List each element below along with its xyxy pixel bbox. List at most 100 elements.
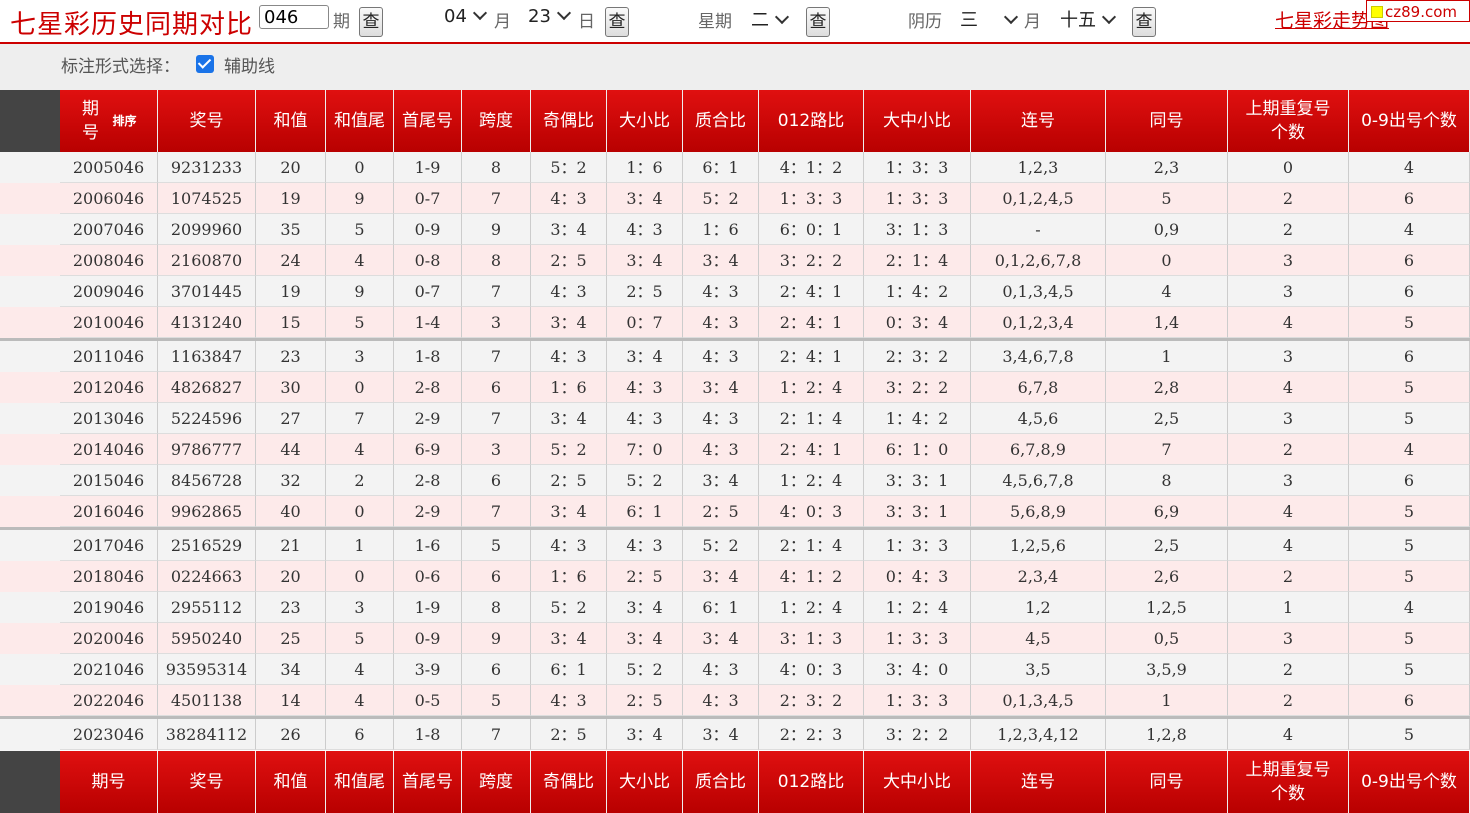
- table-cell: 7: [462, 183, 531, 214]
- table-cell: 5: [1349, 372, 1470, 403]
- table-cell: 0-8: [394, 245, 462, 276]
- table-cell: 5: [462, 530, 531, 561]
- chevron-down-icon: [1101, 9, 1117, 25]
- mark-style-label: 标注形式选择：: [61, 57, 180, 77]
- table-cell: 3：4: [683, 245, 759, 276]
- table-cell: 4：0：3: [759, 496, 864, 527]
- table-cell: 2160870: [158, 245, 256, 276]
- table-cell: 5: [326, 214, 394, 245]
- table-cell: 6：1：0: [864, 434, 971, 465]
- table-cell: 0,1,2,3,4: [971, 307, 1106, 338]
- table-cell: 5: [326, 307, 394, 338]
- table-cell: 1,2: [971, 592, 1106, 623]
- table-cell: 2: [1228, 685, 1349, 716]
- table-cell: 1163847: [158, 341, 256, 372]
- table-cell: 1：3：3: [864, 530, 971, 561]
- table-cell: 1：2：4: [759, 592, 864, 623]
- query-lunar-button[interactable]: 查: [1132, 7, 1156, 37]
- table-cell: 2010046: [60, 307, 158, 338]
- weekday-select[interactable]: 二: [751, 6, 790, 32]
- table-cell: 3: [1228, 245, 1349, 276]
- column-header[interactable]: 期号 排序: [60, 90, 158, 152]
- table-cell: 3：4: [531, 496, 607, 527]
- table-cell: 5：2: [531, 434, 607, 465]
- column-header: 奇偶比: [531, 751, 607, 813]
- table-cell: 2019046: [60, 592, 158, 623]
- column-header-label: 质合比: [695, 772, 746, 792]
- column-header-label: 奇偶比: [543, 111, 594, 131]
- table-cell: 3：4: [683, 372, 759, 403]
- lunar-day-select[interactable]: 十五: [1060, 6, 1117, 32]
- table-row: 2006046 1074525 19 9 0-7 7 4：3 3：4 5：2 1：3：3 1：3：3…: [0, 183, 1470, 214]
- day-select[interactable]: 23: [528, 5, 571, 27]
- lunar-month-select[interactable]: 三: [960, 6, 1019, 32]
- table-cell: 4：3: [531, 276, 607, 307]
- table-cell: 4: [1228, 496, 1349, 527]
- table-cell: 3701445: [158, 276, 256, 307]
- watermark-text: cz89.com: [1385, 3, 1458, 21]
- table-cell: 4: [1228, 530, 1349, 561]
- table-cell: 2018046: [60, 561, 158, 592]
- table-cell: 4：3: [607, 403, 683, 434]
- table-cell: 35: [256, 214, 326, 245]
- table-cell: 3：4: [607, 245, 683, 276]
- column-header: 大小比: [607, 751, 683, 813]
- issue-input[interactable]: [259, 5, 329, 29]
- table-cell: 4：3: [683, 307, 759, 338]
- table-row: 2021046 93595314 34 4 3-9 6 6：1 5：2 4：3 4：0：3 3：4：…: [0, 654, 1470, 685]
- table-cell: 4: [1106, 276, 1228, 307]
- query-weekday-button[interactable]: 查: [806, 7, 830, 37]
- table-cell: 0-5: [394, 685, 462, 716]
- table-cell: 3：3：1: [864, 465, 971, 496]
- table-cell: 6: [462, 372, 531, 403]
- table-cell: 2: [1228, 183, 1349, 214]
- query-date-button[interactable]: 查: [605, 7, 629, 37]
- table-cell: 3：4：0: [864, 654, 971, 685]
- table-cell: 2：5: [531, 245, 607, 276]
- table-cell: 5: [462, 685, 531, 716]
- column-header-label: 首尾号: [402, 772, 453, 792]
- table-cell: 0：7: [607, 307, 683, 338]
- guide-checkbox[interactable]: [196, 55, 214, 73]
- table-cell: 2：1：4: [759, 403, 864, 434]
- table-cell: -: [971, 214, 1106, 245]
- column-header: 和值尾: [326, 751, 394, 813]
- table-cell: 7: [462, 341, 531, 372]
- table-cell: 9962865: [158, 496, 256, 527]
- table-cell: 6: [1349, 183, 1470, 214]
- table-cell: 2: [326, 465, 394, 496]
- top-bar: 七星彩历史同期对比 期 查 04 月 23 日 查 星期 二 查 阴历 三 月 …: [0, 0, 1470, 44]
- table-cell: 2: [1228, 654, 1349, 685]
- table-cell: 1-8: [394, 341, 462, 372]
- sort-button[interactable]: 排序: [112, 109, 136, 133]
- table-cell: 20: [256, 152, 326, 183]
- table-cell: 2008046: [60, 245, 158, 276]
- month-select[interactable]: 04: [444, 5, 487, 27]
- table-cell: 6,7,8,9: [971, 434, 1106, 465]
- table-cell: 0,9: [1106, 214, 1228, 245]
- table-cell: 6-9: [394, 434, 462, 465]
- column-header: 上期重复号个数: [1228, 751, 1349, 813]
- table-cell: 5: [326, 623, 394, 654]
- table-cell: 9: [462, 623, 531, 654]
- table-cell: 0: [1228, 152, 1349, 183]
- table-cell: 0: [1106, 245, 1228, 276]
- table-cell: 0,1,2,6,7,8: [971, 245, 1106, 276]
- column-header: 0-9出号个数: [1349, 90, 1470, 152]
- table-cell: 2020046: [60, 623, 158, 654]
- table-cell: 19: [256, 276, 326, 307]
- table-cell: 6: [462, 654, 531, 685]
- query-issue-button[interactable]: 查: [359, 7, 383, 37]
- table-cell: 5,6,8,9: [971, 496, 1106, 527]
- table-cell: 3: [1228, 623, 1349, 654]
- table-cell: 4131240: [158, 307, 256, 338]
- table-cell: 8: [462, 152, 531, 183]
- table-cell: 4：3: [607, 214, 683, 245]
- table-cell: 6: [462, 465, 531, 496]
- column-header-label: 期号: [91, 772, 126, 792]
- table-row: 2009046 3701445 19 9 0-7 7 4：3 2：5 4：3 2：4：1 1：4：2…: [0, 276, 1470, 307]
- table-cell: 27: [256, 403, 326, 434]
- lunar-month-value: 三: [960, 10, 978, 31]
- table-cell: 4：3: [683, 654, 759, 685]
- column-header-label: 大小比: [619, 772, 670, 792]
